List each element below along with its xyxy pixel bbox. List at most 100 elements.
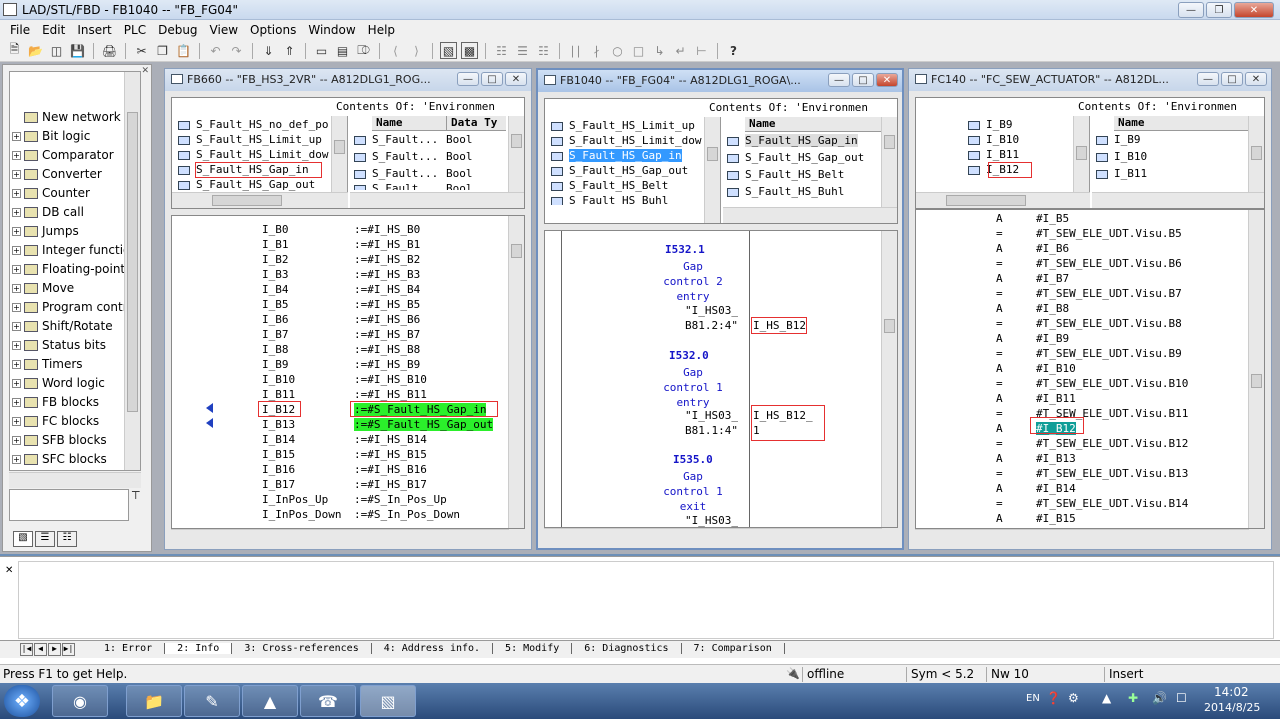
help-icon[interactable]: ❓ xyxy=(1046,691,1061,705)
catalog-item[interactable]: + Jumps xyxy=(12,222,79,240)
catalog-item[interactable]: + Status bits xyxy=(12,336,106,354)
code-vscroll[interactable] xyxy=(508,216,524,528)
glasses-icon[interactable]: ⎄ xyxy=(355,42,372,59)
no-contact-icon[interactable]: ∣∣ xyxy=(567,42,584,59)
monitor-icon[interactable]: ▭ xyxy=(313,42,330,59)
upload-icon[interactable]: ⇑ xyxy=(281,42,298,59)
details-toggle-icon[interactable]: ▩ xyxy=(461,42,478,59)
open-icon[interactable]: 📂 xyxy=(27,42,44,59)
catalog-item[interactable]: + Program contr xyxy=(12,298,128,316)
catalog-item[interactable]: + FC blocks xyxy=(12,412,99,430)
editor-window-fb660[interactable]: FB660 -- "FB_HS3_2VR" -- A812DLG1_ROG...… xyxy=(164,68,532,550)
code-line[interactable]: = #T_SEW_ELE_UDT.Visu.B7 xyxy=(916,287,1264,302)
code-line[interactable]: I_InPos_Up:=#S_In_Pos_Up xyxy=(172,493,524,508)
taskbar-app-explorer[interactable]: 📁 xyxy=(126,685,182,717)
close-branch-icon[interactable]: ↵ xyxy=(672,42,689,59)
prev-network-icon[interactable]: ⟨ xyxy=(387,42,404,59)
list-item[interactable]: S_Fault_HS_Limit_dow xyxy=(178,148,347,163)
code-line[interactable]: = #T_SEW_ELE_UDT.Visu.B9 xyxy=(916,347,1264,362)
undo-icon[interactable]: ↶ xyxy=(207,42,224,59)
close-button[interactable]: ✕ xyxy=(1245,72,1267,86)
list-item[interactable]: S_Fault_HS_Gap_out xyxy=(178,178,347,193)
new-icon[interactable]: 🗎 xyxy=(6,42,23,59)
code-line[interactable]: A #I_B7 xyxy=(916,272,1264,287)
language-indicator[interactable]: EN xyxy=(1026,693,1040,704)
tab-diagnostics[interactable]: 6: Diagnostics xyxy=(572,643,682,654)
tab-comparison[interactable]: 7: Comparison xyxy=(682,643,785,654)
clock-time[interactable]: 14:02 xyxy=(1214,685,1249,699)
list-item[interactable]: S_Fault_HS_Gap_in xyxy=(551,149,720,164)
column-header-name[interactable]: Name xyxy=(745,117,881,132)
list-item[interactable]: I_B11 xyxy=(968,148,1089,163)
table-row[interactable]: S_Fault... Bool xyxy=(354,133,524,148)
menu-insert[interactable]: Insert xyxy=(71,23,117,37)
details-close-icon[interactable]: ✕ xyxy=(5,565,13,576)
table-row[interactable]: S_Fault_HS_Gap_out xyxy=(727,151,897,166)
maximize-button[interactable]: □ xyxy=(481,72,503,86)
tab-list-icon[interactable]: ☷ xyxy=(57,531,77,547)
nc-contact-icon[interactable]: ∤ xyxy=(588,42,605,59)
taskbar-app-browser[interactable]: ☎ xyxy=(300,685,356,717)
close-button[interactable]: ✕ xyxy=(876,73,898,87)
code-line[interactable]: = #T_SEW_ELE_UDT.Visu.B5 xyxy=(916,227,1264,242)
code-line[interactable]: I_B3:=#I_HS_B3 xyxy=(172,268,524,283)
tab-first-icon[interactable]: |◀ xyxy=(20,643,33,656)
list-item[interactable]: S_Fault_HS_Belt xyxy=(551,179,720,194)
tab-next-icon[interactable]: ▶ xyxy=(48,643,61,656)
list-item[interactable]: S_Fault_HS_Buhl xyxy=(551,194,720,205)
code-line[interactable]: I_B6:=#I_HS_B6 xyxy=(172,313,524,328)
overview-icon[interactable]: ▤ xyxy=(334,42,351,59)
clock-date[interactable]: 2014/8/25 xyxy=(1204,701,1260,714)
taskbar-app-chrome[interactable]: ◉ xyxy=(52,685,108,717)
menu-window[interactable]: Window xyxy=(302,23,361,37)
table-row[interactable]: I_B10 xyxy=(1096,150,1264,165)
close-button[interactable]: ✕ xyxy=(505,72,527,86)
restore-button[interactable]: ❐ xyxy=(1206,2,1232,18)
catalog-vscroll[interactable] xyxy=(124,72,140,470)
coil-icon[interactable]: ○ xyxy=(609,42,626,59)
code-line[interactable]: = #T_SEW_ELE_UDT.Visu.B12 xyxy=(916,437,1264,452)
accessible-nodes-icon[interactable]: ◫ xyxy=(48,42,65,59)
code-line[interactable]: I_B0:=#I_HS_B0 xyxy=(172,223,524,238)
code-line[interactable]: = #T_SEW_ELE_UDT.Visu.B14 xyxy=(916,497,1264,512)
save-icon[interactable]: 💾 xyxy=(69,42,86,59)
minimize-button[interactable]: — xyxy=(1178,2,1204,18)
code-line[interactable]: A #I_B9 xyxy=(916,332,1264,347)
code-line[interactable]: I_B17:=#I_HS_B17 xyxy=(172,478,524,493)
code-line[interactable]: I_B10:=#I_HS_B10 xyxy=(172,373,524,388)
catalog-item[interactable]: + Shift/Rotate xyxy=(12,317,113,335)
taskbar-app-paint[interactable]: ✎ xyxy=(184,685,240,717)
close-button[interactable]: ✕ xyxy=(1234,2,1274,18)
maximize-button[interactable]: □ xyxy=(852,73,874,87)
catalog-close-icon[interactable]: ✕ xyxy=(141,66,149,76)
catalog-item[interactable]: + Integer functio xyxy=(12,241,130,259)
table-row[interactable]: S_Fault_HS_Belt xyxy=(727,168,897,183)
code-line[interactable]: A #I_B12 xyxy=(916,422,1264,437)
empty-box-icon[interactable]: □ xyxy=(630,42,647,59)
code-line[interactable]: = #T_SEW_ELE_UDT.Visu.B11 xyxy=(916,407,1264,422)
editor-window-fb1040[interactable]: FB1040 -- "FB_FG04" -- A812DLG1_ROGA\...… xyxy=(536,68,904,550)
catalog-toggle-icon[interactable]: ▧ xyxy=(440,42,457,59)
code-line[interactable]: I_B7:=#I_HS_B7 xyxy=(172,328,524,343)
minimize-button[interactable]: — xyxy=(1197,72,1219,86)
table-row[interactable]: S_Fault... Bool xyxy=(354,150,524,165)
tab-error[interactable]: 1: Error xyxy=(92,643,166,654)
catalog-item[interactable]: + Counter xyxy=(12,184,90,202)
open-branch-icon[interactable]: ↳ xyxy=(651,42,668,59)
column-header-type[interactable]: Data Ty xyxy=(446,116,506,131)
catalog-item[interactable]: + SFC blocks xyxy=(12,450,107,468)
code-line[interactable]: A #I_B5 xyxy=(916,212,1264,227)
code-hscroll[interactable] xyxy=(915,529,1249,545)
tray-settings-icon[interactable]: ⚙ xyxy=(1068,691,1079,705)
code-line[interactable]: = #T_SEW_ELE_UDT.Visu.B13 xyxy=(916,467,1264,482)
maximize-button[interactable]: □ xyxy=(1221,72,1243,86)
column-header-name[interactable]: Name xyxy=(372,116,447,131)
volume-icon[interactable]: 🔊 xyxy=(1152,691,1167,705)
code-line[interactable]: I_InPos_Down:=#S_In_Pos_Down xyxy=(172,508,524,523)
catalog-item[interactable]: + Bit logic xyxy=(12,127,90,145)
table-row[interactable]: S_Fault_HS_Gap_in xyxy=(727,134,897,149)
taskbar-app-step7[interactable]: ▧ xyxy=(360,685,416,717)
list-item[interactable]: I_B10 xyxy=(968,133,1089,148)
catalog-item[interactable]: + DB call xyxy=(12,203,84,221)
table-row[interactable]: I_B11 xyxy=(1096,167,1264,182)
